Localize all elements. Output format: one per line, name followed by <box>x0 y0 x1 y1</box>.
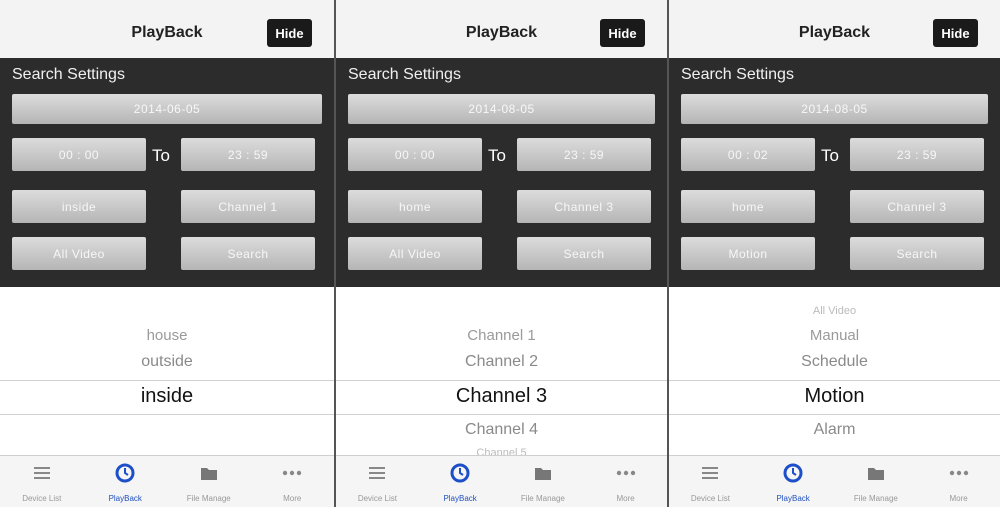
location-button[interactable]: inside <box>12 190 146 223</box>
more-icon <box>615 463 637 483</box>
tab-file-manage[interactable]: File Manage <box>167 456 251 507</box>
tab-label: Device List <box>690 494 730 503</box>
channel-button[interactable]: Channel 3 <box>850 190 984 223</box>
hide-button[interactable]: Hide <box>933 19 978 47</box>
date-button[interactable]: 2014-08-05 <box>681 94 988 124</box>
end-time-button[interactable]: 23 : 59 <box>517 138 651 171</box>
tab-more[interactable]: More <box>251 456 335 507</box>
nav-bar: PlayBack Hide <box>336 0 667 59</box>
picker-selected-option[interactable]: Channel 3 <box>336 385 667 408</box>
tab-label: More <box>616 494 635 503</box>
tab-label: File Manage <box>520 494 565 503</box>
list-icon <box>366 463 388 483</box>
tab-bar: Device List PlayBack File Manage More <box>669 455 1000 507</box>
playback-screen-2: PlayBack Hide Search Settings 2014-08-05… <box>336 0 667 507</box>
selection-line <box>669 380 1000 381</box>
tab-device-list[interactable]: Device List <box>0 456 84 507</box>
selection-line <box>0 380 334 381</box>
selection-line <box>336 414 667 415</box>
selection-line <box>0 414 334 415</box>
tab-more[interactable]: More <box>584 456 667 507</box>
tab-label: File Manage <box>186 494 231 503</box>
settings-title: Search Settings <box>348 66 461 83</box>
picker-wheel[interactable]: All Video Manual Schedule Motion Alarm <box>669 287 1000 455</box>
search-button[interactable]: Search <box>850 237 984 270</box>
clock-icon <box>114 463 136 483</box>
tab-file-manage[interactable]: File Manage <box>502 456 585 507</box>
list-icon <box>31 463 53 483</box>
video-type-button[interactable]: All Video <box>348 237 482 270</box>
end-time-button[interactable]: 23 : 59 <box>850 138 984 171</box>
date-button[interactable]: 2014-06-05 <box>12 94 322 124</box>
settings-title: Search Settings <box>12 66 125 83</box>
search-settings: Search Settings 2014-08-05 00 : 02 To 23… <box>669 58 1000 287</box>
more-icon <box>281 463 303 483</box>
location-button[interactable]: home <box>681 190 815 223</box>
picker-wheel[interactable]: house outside inside <box>0 287 334 455</box>
tab-playback[interactable]: PlayBack <box>84 456 168 507</box>
tab-label: PlayBack <box>108 494 142 503</box>
tab-label: More <box>283 494 302 503</box>
search-button[interactable]: Search <box>181 237 315 270</box>
to-label: To <box>152 146 170 165</box>
playback-screen-1: PlayBack Hide Search Settings 2014-06-05… <box>0 0 334 507</box>
picker-selected-option[interactable]: Motion <box>669 385 1000 408</box>
picker-option[interactable]: outside <box>0 353 334 371</box>
to-label: To <box>821 146 839 165</box>
search-settings: Search Settings 2014-06-05 00 : 00 To 23… <box>0 58 334 287</box>
location-button[interactable]: home <box>348 190 482 223</box>
clock-icon <box>449 463 471 483</box>
picker-selected-option[interactable]: inside <box>0 385 334 408</box>
tab-device-list[interactable]: Device List <box>669 456 752 507</box>
picker-option[interactable]: Alarm <box>669 421 1000 439</box>
start-time-button[interactable]: 00 : 02 <box>681 138 815 171</box>
date-button[interactable]: 2014-08-05 <box>348 94 655 124</box>
start-time-button[interactable]: 00 : 00 <box>12 138 146 171</box>
picker-option[interactable]: house <box>0 327 334 344</box>
end-time-button[interactable]: 23 : 59 <box>181 138 315 171</box>
picker-wheel[interactable]: Channel 1 Channel 2 Channel 3 Channel 4 … <box>336 287 667 459</box>
tab-label: More <box>949 494 968 503</box>
start-time-button[interactable]: 00 : 00 <box>348 138 482 171</box>
folder-icon <box>532 463 554 483</box>
picker-option[interactable]: Channel 1 <box>336 327 667 344</box>
picker-option: All Video <box>812 305 857 317</box>
list-icon <box>699 463 721 483</box>
tab-label: PlayBack <box>776 494 810 503</box>
video-type-button[interactable]: All Video <box>12 237 146 270</box>
hide-button[interactable]: Hide <box>267 19 312 47</box>
tab-more[interactable]: More <box>917 456 1000 507</box>
tab-label: PlayBack <box>443 494 477 503</box>
selection-line <box>336 380 667 381</box>
tab-device-list[interactable]: Device List <box>336 456 419 507</box>
picker-option[interactable]: Schedule <box>669 353 1000 371</box>
settings-title: Search Settings <box>681 66 794 83</box>
tab-file-manage[interactable]: File Manage <box>835 456 918 507</box>
video-type-button[interactable]: Motion <box>681 237 815 270</box>
tab-label: Device List <box>22 494 62 503</box>
tab-label: Device List <box>357 494 397 503</box>
folder-icon <box>198 463 220 483</box>
clock-icon <box>782 463 804 483</box>
selection-line <box>669 414 1000 415</box>
tab-playback[interactable]: PlayBack <box>419 456 502 507</box>
folder-icon <box>865 463 887 483</box>
search-button[interactable]: Search <box>517 237 651 270</box>
nav-bar: PlayBack Hide <box>0 0 334 59</box>
search-settings: Search Settings 2014-08-05 00 : 00 To 23… <box>336 58 667 287</box>
channel-button[interactable]: Channel 3 <box>517 190 651 223</box>
nav-bar: PlayBack Hide <box>669 0 1000 59</box>
picker-option[interactable]: Manual <box>669 327 1000 344</box>
picker-option[interactable]: Channel 2 <box>336 353 667 371</box>
to-label: To <box>488 146 506 165</box>
more-icon <box>948 463 970 483</box>
hide-button[interactable]: Hide <box>600 19 645 47</box>
channel-button[interactable]: Channel 1 <box>181 190 315 223</box>
tab-bar: Device List PlayBack File Manage More <box>0 455 334 507</box>
tab-playback[interactable]: PlayBack <box>752 456 835 507</box>
tab-bar: Device List PlayBack File Manage More <box>336 455 667 507</box>
picker-option[interactable]: Channel 4 <box>336 421 667 439</box>
playback-screen-3: PlayBack Hide Search Settings 2014-08-05… <box>669 0 1000 507</box>
tab-label: File Manage <box>853 494 898 503</box>
